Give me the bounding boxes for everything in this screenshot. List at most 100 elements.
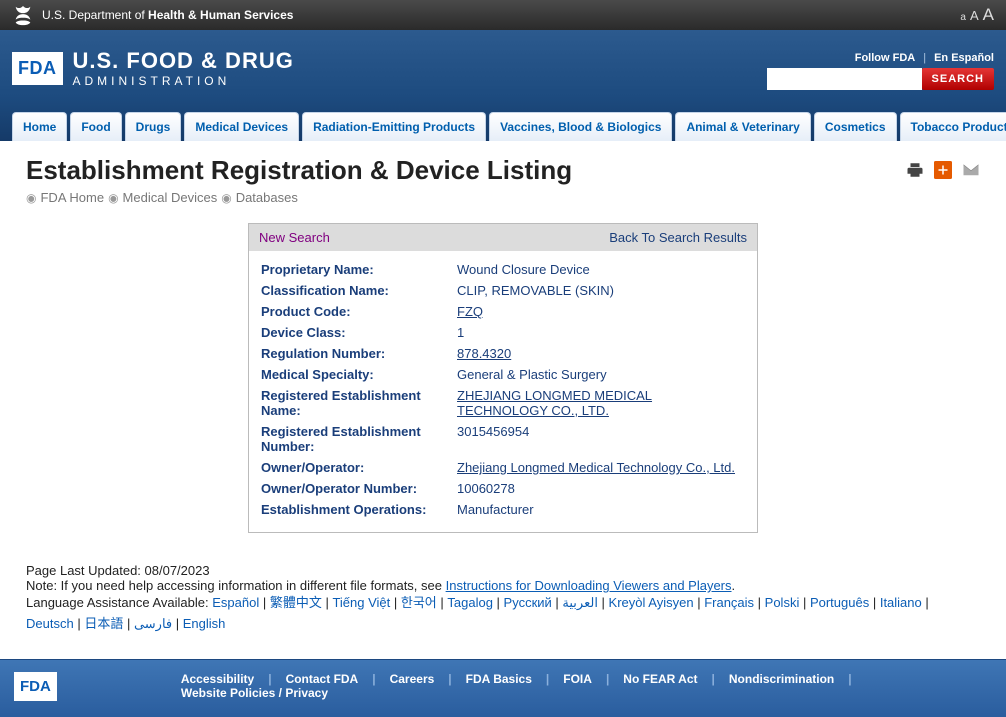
language-link[interactable]: Polski — [765, 595, 800, 610]
nav-vaccines[interactable]: Vaccines, Blood & Biologics — [490, 113, 671, 141]
main-nav: Home Food Drugs Medical Devices Radiatio… — [12, 112, 994, 141]
language-link[interactable]: Tiếng Việt — [332, 595, 390, 610]
new-search-link[interactable]: New Search — [259, 230, 330, 245]
footer-link[interactable]: Nondiscrimination — [715, 672, 848, 686]
language-link[interactable]: Tagalog — [447, 595, 493, 610]
separator: | — [123, 616, 134, 631]
value-owner[interactable]: Zhejiang Longmed Medical Technology Co.,… — [457, 460, 735, 475]
label-est-ops: Establishment Operations: — [259, 499, 455, 520]
hhs-link[interactable]: U.S. Department of Health & Human Servic… — [12, 4, 293, 26]
viewers-players-link[interactable]: Instructions for Downloading Viewers and… — [446, 578, 732, 593]
value-device-class: 1 — [455, 322, 747, 343]
language-link[interactable]: Português — [810, 595, 869, 610]
fda-logo[interactable]: FDA U.S. FOOD & DRUG ADMINISTRATION — [12, 48, 294, 88]
record-panel: New Search Back To Search Results Propri… — [248, 223, 758, 533]
label-owner-num: Owner/Operator Number: — [259, 478, 455, 499]
nav-animal[interactable]: Animal & Veterinary — [676, 113, 809, 141]
nav-home[interactable]: Home — [13, 113, 66, 141]
language-link[interactable]: فارسی — [134, 616, 172, 631]
nav-tobacco[interactable]: Tobacco Products — [901, 113, 1006, 141]
breadcrumb-databases[interactable]: Databases — [236, 190, 298, 205]
back-to-results-link[interactable]: Back To Search Results — [609, 230, 747, 245]
language-link[interactable]: Русский — [504, 595, 552, 610]
label-product-code: Product Code: — [259, 301, 455, 322]
separator: | — [848, 672, 851, 686]
breadcrumb-arrow-icon: ◉ — [108, 191, 118, 205]
footer-link[interactable]: FDA Basics — [452, 672, 546, 686]
separator: | — [598, 595, 609, 610]
separator: | — [259, 595, 270, 610]
font-size-switcher: a A A — [960, 5, 994, 25]
nav-drugs[interactable]: Drugs — [126, 113, 181, 141]
footer-fda-logo[interactable]: FDA — [14, 672, 57, 701]
language-link[interactable]: English — [183, 616, 226, 631]
language-link[interactable]: العربية — [562, 595, 598, 610]
footer-links: Accessibility|Contact FDA|Careers|FDA Ba… — [167, 672, 992, 700]
hhs-dept-label: U.S. Department of Health & Human Servic… — [42, 8, 293, 22]
footer-link[interactable]: Accessibility — [167, 672, 268, 686]
nav-medical-devices[interactable]: Medical Devices — [185, 113, 298, 141]
separator: | — [754, 595, 765, 610]
value-regulation[interactable]: 878.4320 — [457, 346, 511, 361]
footer-link[interactable]: No FEAR Act — [609, 672, 711, 686]
print-icon[interactable] — [906, 161, 924, 179]
hhs-topbar: U.S. Department of Health & Human Servic… — [0, 0, 1006, 30]
separator: | — [493, 595, 504, 610]
page-last-updated: Page Last Updated: 08/07/2023 — [26, 563, 980, 578]
separator: | — [694, 595, 705, 610]
breadcrumb-medical-devices[interactable]: Medical Devices — [123, 190, 218, 205]
value-reg-est-num: 3015456954 — [455, 421, 747, 457]
label-reg-est-name: Registered Establishment Name: — [259, 385, 455, 421]
value-proprietary: Wound Closure Device — [455, 259, 747, 280]
footer-link[interactable]: FOIA — [549, 672, 606, 686]
email-icon[interactable] — [962, 161, 980, 179]
nav-radiation[interactable]: Radiation-Emitting Products — [303, 113, 485, 141]
separator: | — [869, 595, 880, 610]
value-classification: CLIP, REMOVABLE (SKIN) — [455, 280, 747, 301]
nav-cosmetics[interactable]: Cosmetics — [815, 113, 896, 141]
language-link[interactable]: Français — [704, 595, 754, 610]
value-reg-est-name[interactable]: ZHEJIANG LONGMED MEDICAL TECHNOLOGY CO.,… — [457, 388, 652, 418]
language-link[interactable]: 한국어 — [401, 595, 437, 610]
file-format-note: Note: If you need help accessing informa… — [26, 578, 980, 593]
label-owner: Owner/Operator: — [259, 457, 455, 478]
en-espanol-link[interactable]: En Español — [934, 52, 994, 64]
search-input[interactable] — [767, 68, 922, 90]
separator: | — [552, 595, 563, 610]
record-table: Proprietary Name:Wound Closure Device Cl… — [259, 259, 747, 520]
separator: | — [923, 52, 926, 64]
search-button[interactable]: SEARCH — [922, 68, 994, 90]
footer-link[interactable]: Website Policies / Privacy — [167, 686, 342, 700]
footer-link[interactable]: Careers — [376, 672, 449, 686]
font-size-small[interactable]: a — [960, 12, 966, 23]
value-est-ops: Manufacturer — [455, 499, 747, 520]
value-product-code[interactable]: FZQ — [457, 304, 483, 319]
label-proprietary: Proprietary Name: — [259, 259, 455, 280]
fda-logo-text: U.S. FOOD & DRUG ADMINISTRATION — [73, 48, 294, 88]
footer-link[interactable]: Contact FDA — [272, 672, 373, 686]
breadcrumb-fda-home[interactable]: FDA Home — [40, 190, 104, 205]
site-footer: FDA Accessibility|Contact FDA|Careers|FD… — [0, 659, 1006, 717]
font-size-large[interactable]: A — [983, 5, 994, 25]
label-regulation: Regulation Number: — [259, 343, 455, 364]
share-icon[interactable] — [934, 161, 952, 179]
breadcrumb: ◉ FDA Home ◉ Medical Devices ◉ Databases — [26, 190, 572, 205]
action-icons — [906, 155, 980, 179]
language-link[interactable]: Deutsch — [26, 616, 74, 631]
language-link[interactable]: Kreyòl Ayisyen — [609, 595, 694, 610]
label-specialty: Medical Specialty: — [259, 364, 455, 385]
font-size-medium[interactable]: A — [970, 8, 979, 23]
separator: | — [922, 595, 929, 610]
page-title: Establishment Registration & Device List… — [26, 155, 572, 186]
fda-badge-icon: FDA — [12, 52, 63, 85]
language-link[interactable]: Italiano — [880, 595, 922, 610]
label-classification: Classification Name: — [259, 280, 455, 301]
separator: | — [437, 595, 448, 610]
nav-food[interactable]: Food — [71, 113, 120, 141]
separator: | — [390, 595, 401, 610]
language-link[interactable]: 日本語 — [84, 616, 123, 631]
language-link[interactable]: Español — [212, 595, 259, 610]
search-block: Follow FDA | En Español SEARCH — [767, 52, 994, 90]
follow-fda-link[interactable]: Follow FDA — [855, 52, 916, 64]
language-link[interactable]: 繁體中文 — [270, 595, 322, 610]
